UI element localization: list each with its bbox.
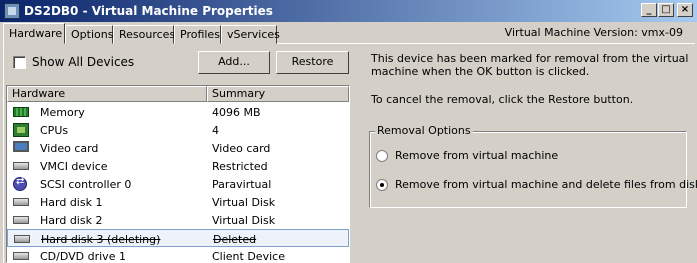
hardware-name: Hard disk 1	[40, 196, 103, 209]
hard-disk-icon	[13, 198, 29, 206]
remove-from-vm-radio[interactable]	[376, 150, 388, 162]
tab-profiles[interactable]: Profiles	[174, 25, 221, 44]
cpu-icon	[13, 123, 29, 137]
vmci-device-icon	[13, 162, 29, 170]
hardware-row-hard-disk-2[interactable]: Hard disk 2 Virtual Disk	[7, 211, 349, 229]
hardware-row-scsi-controller[interactable]: SCSI controller 0 Paravirtual	[7, 175, 349, 193]
vm-icon	[4, 3, 20, 19]
window-title: DS2DB0 - Virtual Machine Properties	[24, 4, 273, 18]
restore-hint: To cancel the removal, click the Restore…	[371, 93, 634, 106]
hard-disk-icon	[13, 216, 29, 224]
title-bar: DS2DB0 - Virtual Machine Properties _ □ …	[0, 0, 697, 22]
hardware-summary: 4096 MB	[212, 106, 261, 119]
removal-message: This device has been marked for removal …	[371, 52, 689, 78]
tab-resources[interactable]: Resources	[113, 25, 175, 44]
vm-version-label: Virtual Machine Version: vmx-09	[504, 26, 683, 39]
hardware-name: VMCI device	[40, 160, 108, 173]
hardware-row-hard-disk-3[interactable]: Hard disk 3 (deleting) Deleted	[7, 229, 349, 247]
column-header-summary[interactable]: Summary	[207, 86, 349, 102]
hardware-name: CD/DVD drive 1	[40, 250, 126, 263]
hardware-list[interactable]: Hardware Summary Memory 4096 MB CPUs 4 V…	[6, 85, 350, 263]
scsi-controller-icon	[13, 176, 27, 191]
tab-vservices[interactable]: vServices	[221, 25, 280, 44]
minimize-button[interactable]: _	[641, 3, 657, 17]
hardware-row-video-card[interactable]: Video card Video card	[7, 139, 349, 157]
hardware-summary: Client Device	[212, 250, 285, 263]
restore-button[interactable]: Restore	[276, 51, 349, 74]
tab-hardware[interactable]: Hardware	[3, 23, 65, 44]
hardware-row-memory[interactable]: Memory 4096 MB	[7, 103, 349, 121]
hardware-row-vmci-device[interactable]: VMCI device Restricted	[7, 157, 349, 175]
hardware-summary: Virtual Disk	[212, 196, 276, 209]
remove-and-delete-label: Remove from virtual machine and delete f…	[395, 178, 697, 191]
add-button[interactable]: Add...	[198, 51, 270, 74]
show-all-devices-checkbox[interactable]	[13, 56, 26, 69]
remove-and-delete-radio[interactable]	[376, 179, 388, 191]
hardware-row-cd-dvd-drive[interactable]: CD/DVD drive 1 Client Device	[7, 247, 349, 263]
remove-from-vm-label: Remove from virtual machine	[395, 149, 559, 162]
hardware-summary: 4	[212, 124, 219, 137]
hardware-summary: Virtual Disk	[212, 214, 276, 227]
hardware-summary: Video card	[212, 142, 271, 155]
removal-options-group	[369, 131, 687, 208]
hardware-summary: Deleted	[213, 233, 257, 246]
hardware-name: SCSI controller 0	[40, 178, 132, 191]
memory-icon	[13, 107, 29, 117]
video-card-icon	[13, 141, 29, 152]
cd-dvd-drive-icon	[13, 252, 29, 260]
hardware-row-cpus[interactable]: CPUs 4	[7, 121, 349, 139]
hardware-name: Hard disk 2	[40, 214, 103, 227]
hardware-name: Hard disk 3 (deleting)	[41, 233, 161, 246]
hardware-name: Memory	[40, 106, 85, 119]
close-button[interactable]: ×	[677, 3, 693, 17]
hardware-summary: Restricted	[212, 160, 268, 173]
maximize-button[interactable]: □	[658, 3, 674, 17]
removal-options-title: Removal Options	[375, 124, 473, 137]
show-all-devices-label: Show All Devices	[32, 55, 135, 69]
column-header-hardware[interactable]: Hardware	[7, 86, 207, 102]
hardware-list-header: Hardware Summary	[7, 86, 349, 102]
hardware-summary: Paravirtual	[212, 178, 272, 191]
hard-disk-icon	[14, 235, 30, 243]
hardware-name: Video card	[40, 142, 99, 155]
hardware-row-hard-disk-1[interactable]: Hard disk 1 Virtual Disk	[7, 193, 349, 211]
tab-options[interactable]: Options	[65, 25, 113, 44]
hardware-name: CPUs	[40, 124, 69, 137]
